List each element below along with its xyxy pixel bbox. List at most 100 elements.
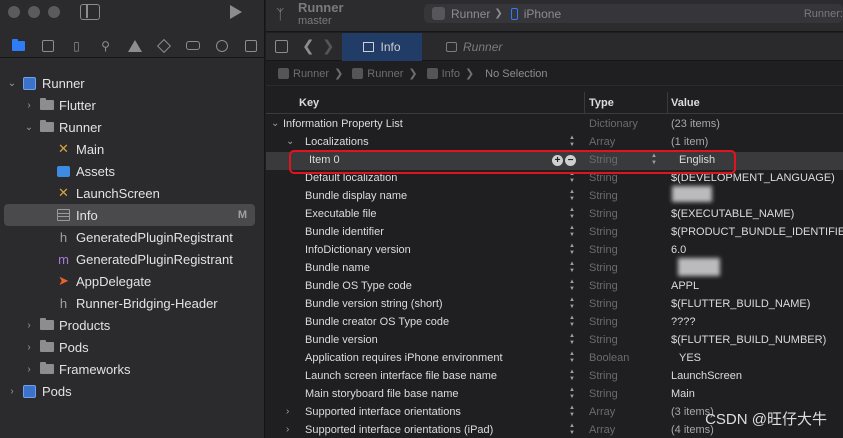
tree-item-appdelegate[interactable]: ➤ AppDelegate: [0, 270, 265, 292]
plist-row[interactable]: Bundle name ▲ ▼ String: [266, 260, 843, 278]
plist-type[interactable]: String: [589, 190, 618, 202]
tree-item-assets[interactable]: Assets: [0, 160, 265, 182]
source-control-navigator-icon[interactable]: [33, 35, 62, 57]
plist-key[interactable]: Supported interface orientations: [305, 406, 461, 418]
plist-type[interactable]: String: [589, 262, 618, 274]
tree-item-info[interactable]: Info M: [4, 204, 255, 226]
find-navigator-search-icon[interactable]: ⚲: [91, 35, 120, 57]
plist-type[interactable]: String: [589, 388, 618, 400]
plist-row[interactable]: ⌄ Information Property List Dictionary (23 …: [266, 116, 843, 134]
zoom-window-button[interactable]: [48, 6, 60, 18]
tab-runner[interactable]: Runner: [426, 33, 546, 61]
key-type-stepper-icon[interactable]: ▲ ▼: [568, 207, 576, 221]
plist-type[interactable]: Array: [589, 136, 615, 148]
tree-item-generatedpluginregistrant[interactable]: h GeneratedPluginRegistrant: [0, 226, 265, 248]
plist-key[interactable]: Bundle OS Type code: [305, 280, 412, 292]
plist-row[interactable]: Application requires iPhone environment ▲…: [266, 350, 843, 368]
disclosure-closed-icon[interactable]: ›: [6, 386, 18, 397]
plist-key[interactable]: Bundle name: [305, 262, 370, 274]
disclosure-open-icon[interactable]: ⌄: [23, 122, 35, 133]
tree-item-runner[interactable]: ⌄ Runner: [0, 116, 265, 138]
plist-row[interactable]: Bundle display name ▲ ▼ String: [266, 188, 843, 206]
plist-value[interactable]: $(FLUTTER_BUILD_NUMBER): [671, 334, 826, 346]
tree-item-launchscreen[interactable]: ✕ LaunchScreen: [0, 182, 265, 204]
key-type-stepper-icon[interactable]: ▲ ▼: [568, 351, 576, 365]
key-type-stepper-icon[interactable]: ▲ ▼: [568, 297, 576, 311]
bookmark-navigator-icon[interactable]: ▯: [62, 35, 91, 57]
tree-item-products[interactable]: › Products: [0, 314, 265, 336]
plist-value[interactable]: (23 items): [671, 118, 720, 130]
key-type-stepper-icon[interactable]: ▲ ▼: [568, 279, 576, 293]
jumpbar-crumb-project[interactable]: Runner: [293, 68, 329, 80]
jumpbar-crumb-file[interactable]: Info: [442, 68, 460, 80]
plist-value[interactable]: $(EXECUTABLE_NAME): [671, 208, 794, 220]
tree-item-runner-bridging-header[interactable]: h Runner-Bridging-Header: [0, 292, 265, 314]
plist-type[interactable]: Dictionary: [589, 118, 638, 130]
tree-item-generatedpluginregistrant[interactable]: m GeneratedPluginRegistrant: [0, 248, 265, 270]
plist-type[interactable]: String: [589, 370, 618, 382]
key-type-stepper-icon[interactable]: ▲ ▼: [568, 387, 576, 401]
disclosure-closed-icon[interactable]: ›: [23, 320, 35, 331]
plist-type[interactable]: Boolean: [589, 352, 629, 364]
disclosure-open-icon[interactable]: ⌄: [286, 136, 294, 147]
plist-row[interactable]: Executable file ▲ ▼ String $(EXECUTABLE_NAME…: [266, 206, 843, 224]
project-navigator-folder-icon[interactable]: [4, 35, 33, 57]
key-type-stepper-icon[interactable]: ▲ ▼: [568, 333, 576, 347]
test-navigator-diamond-icon[interactable]: [149, 35, 178, 57]
plist-row[interactable]: Main storyboard file base name ▲ ▼ String Ma…: [266, 386, 843, 404]
tree-item-flutter[interactable]: › Flutter: [0, 94, 265, 116]
plist-key[interactable]: Information Property List: [283, 118, 403, 130]
key-type-stepper-icon[interactable]: ▲ ▼: [568, 189, 576, 203]
related-items-grid-icon[interactable]: [275, 40, 288, 53]
tab-info[interactable]: Info: [342, 33, 422, 61]
key-type-stepper-icon[interactable]: ▲ ▼: [568, 315, 576, 329]
plist-key[interactable]: Localizations: [305, 136, 369, 148]
plist-key[interactable]: Main storyboard file base name: [305, 388, 458, 400]
plist-value[interactable]: 6.0: [671, 244, 686, 256]
disclosure-closed-icon[interactable]: ›: [286, 406, 289, 417]
plist-type[interactable]: String: [589, 280, 618, 292]
plist-row[interactable]: InfoDictionary version ▲ ▼ String 6.0: [266, 242, 843, 260]
column-divider[interactable]: [667, 92, 668, 114]
column-header-key[interactable]: Key: [299, 97, 319, 109]
key-type-stepper-icon[interactable]: ▲ ▼: [568, 405, 576, 419]
plist-key[interactable]: Supported interface orientations (iPad): [305, 424, 493, 436]
tree-item-frameworks[interactable]: › Frameworks: [0, 358, 265, 380]
plist-row[interactable]: Bundle creator OS Type code ▲ ▼ String????: [266, 314, 843, 332]
plist-key[interactable]: Bundle version: [305, 334, 378, 346]
key-type-stepper-icon[interactable]: ▲ ▼: [568, 225, 576, 239]
tree-item-main[interactable]: ✕ Main: [0, 138, 265, 160]
plist-value[interactable]: LaunchScreen: [671, 370, 742, 382]
plist-key[interactable]: Bundle display name: [305, 190, 407, 202]
plist-value[interactable]: Main: [671, 388, 695, 400]
plist-type[interactable]: Array: [589, 424, 615, 436]
sidebar-toggle-icon[interactable]: [80, 4, 100, 20]
key-type-stepper-icon[interactable]: ▲ ▼: [568, 369, 576, 383]
back-arrow-icon[interactable]: ❮: [302, 37, 315, 55]
disclosure-closed-icon[interactable]: ›: [23, 364, 35, 375]
plist-value[interactable]: $(FLUTTER_BUILD_NAME): [671, 298, 810, 310]
plist-row[interactable]: Bundle identifier ▲ ▼ String $(PRODUCT_BUNDL…: [266, 224, 843, 242]
plist-row[interactable]: Launch screen interface file base name ▲ ▼…: [266, 368, 843, 386]
plist-key[interactable]: InfoDictionary version: [305, 244, 411, 256]
plist-type[interactable]: String: [589, 334, 618, 346]
issue-navigator-warning-icon[interactable]: [120, 35, 149, 57]
plist-value[interactable]: (1 item): [671, 136, 708, 148]
plist-row[interactable]: Bundle version ▲ ▼ String $(FLUTTER_BUILD_NU…: [266, 332, 843, 350]
jumpbar-no-selection[interactable]: No Selection: [485, 68, 547, 80]
plist-value[interactable]: ????: [671, 316, 695, 328]
run-button[interactable]: [230, 5, 242, 19]
plist-value[interactable]: YES: [679, 352, 701, 364]
plist-value[interactable]: APPL: [671, 280, 699, 292]
plist-key[interactable]: Bundle creator OS Type code: [305, 316, 449, 328]
key-type-stepper-icon[interactable]: ▲ ▼: [568, 423, 576, 437]
key-type-stepper-icon[interactable]: ▲ ▼: [568, 135, 576, 149]
plist-type[interactable]: String: [589, 244, 618, 256]
column-divider[interactable]: [584, 92, 585, 114]
disclosure-open-icon[interactable]: ⌄: [6, 78, 18, 89]
plist-key[interactable]: Bundle identifier: [305, 226, 384, 238]
column-header-type[interactable]: Type: [589, 97, 614, 109]
report-navigator-icon[interactable]: [236, 35, 265, 57]
plist-value[interactable]: $(PRODUCT_BUNDLE_IDENTIFIER): [671, 226, 843, 238]
minimize-window-button[interactable]: [28, 6, 40, 18]
